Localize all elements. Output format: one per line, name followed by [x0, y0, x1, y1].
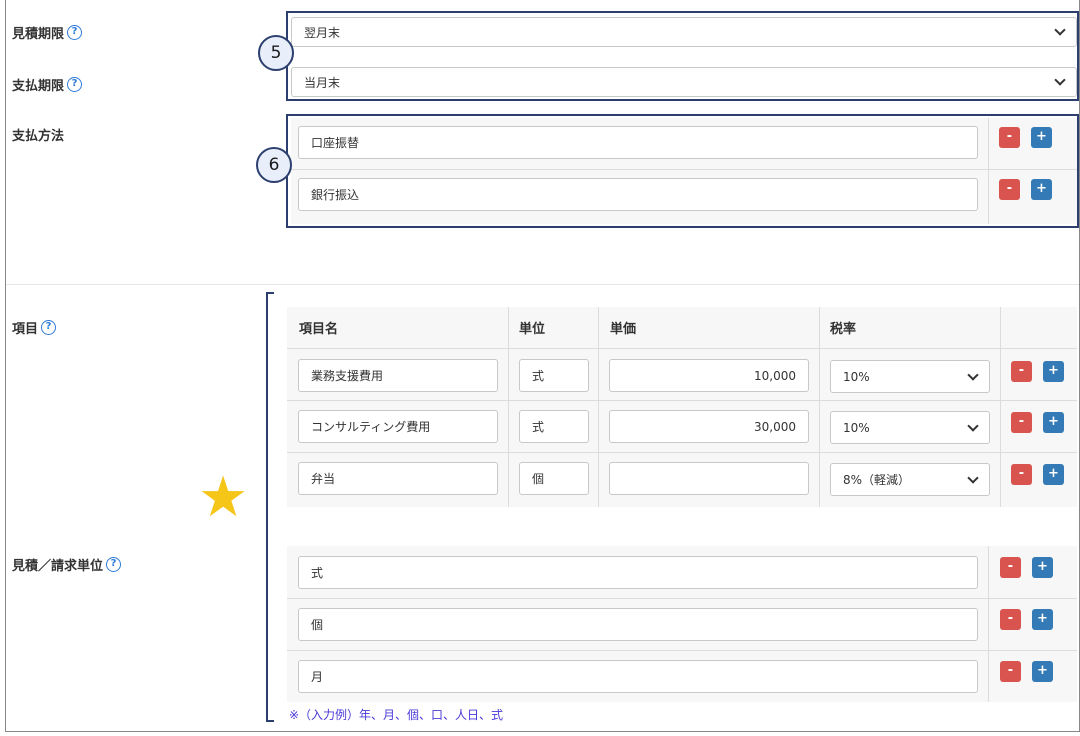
chevron-down-icon	[967, 368, 979, 381]
column-header-name: 項目名	[299, 322, 339, 337]
divider	[508, 307, 509, 507]
estimate-deadline-text: 見積期限	[12, 27, 65, 42]
callout-bracket	[266, 292, 274, 722]
remove-button[interactable]: -	[1000, 609, 1021, 630]
remove-button[interactable]: -	[1000, 557, 1021, 578]
items-text: 項目	[12, 322, 39, 337]
callout-box-5	[286, 11, 1079, 101]
estimate-deadline-label: 見積期限 ?	[12, 23, 83, 42]
units-note: ※（入力例）年、月、個、口、人日、式	[289, 708, 504, 722]
unit-input[interactable]: 式	[298, 556, 978, 589]
chevron-down-icon	[967, 419, 979, 432]
divider	[287, 452, 1077, 453]
remove-button[interactable]: -	[1011, 464, 1032, 485]
payment-deadline-text: 支払期限	[12, 79, 65, 94]
item-price-input[interactable]: 10,000	[609, 359, 809, 392]
payment-method-label: 支払方法	[12, 125, 64, 144]
payment-method-text: 支払方法	[12, 129, 65, 144]
column-header-unit: 単位	[519, 322, 546, 337]
item-tax-select[interactable]: 8%（軽減）	[830, 463, 990, 496]
remove-button[interactable]: -	[1000, 661, 1021, 682]
item-unit-input[interactable]: 式	[519, 410, 589, 443]
item-tax-select[interactable]: 10%	[830, 411, 990, 444]
payment-deadline-label: 支払期限 ?	[12, 75, 83, 94]
add-button[interactable]: +	[1043, 464, 1064, 485]
divider	[819, 307, 820, 507]
help-icon[interactable]: ?	[67, 77, 83, 92]
unit-value: 式	[311, 566, 324, 580]
unit-value: 個	[311, 618, 324, 632]
item-name-value: 弁当	[311, 472, 336, 486]
section-divider	[6, 284, 1079, 285]
column-header-price: 単価	[610, 322, 637, 337]
star-icon: ★	[198, 465, 249, 530]
item-tax-value: 8%（軽減）	[843, 473, 911, 487]
add-button[interactable]: +	[1032, 557, 1053, 578]
divider	[598, 307, 599, 507]
item-tax-value: 10%	[843, 420, 870, 435]
callout-number-6: 6	[256, 147, 292, 183]
add-button[interactable]: +	[1043, 412, 1064, 433]
divider	[287, 650, 1077, 651]
items-label: 項目 ?	[12, 318, 57, 337]
add-button[interactable]: +	[1032, 609, 1053, 630]
unit-input[interactable]: 月	[298, 660, 978, 693]
item-name-input[interactable]: 弁当	[298, 462, 498, 495]
item-price-value: 30,000	[754, 419, 796, 434]
unit-input[interactable]: 個	[298, 608, 978, 641]
item-unit-value: 式	[532, 369, 545, 383]
item-name-value: コンサルティング費用	[311, 420, 431, 434]
item-unit-input[interactable]: 個	[519, 462, 589, 495]
item-price-input[interactable]: 30,000	[609, 410, 809, 443]
item-name-value: 業務支援費用	[311, 369, 384, 383]
item-unit-value: 個	[532, 472, 545, 486]
divider	[287, 348, 1077, 349]
item-name-input[interactable]: 業務支援費用	[298, 359, 498, 392]
callout-box-6	[286, 114, 1079, 228]
chevron-down-icon	[967, 471, 979, 484]
item-unit-input[interactable]: 式	[519, 359, 589, 392]
divider	[287, 400, 1077, 401]
units-label: 見積／請求単位 ?	[12, 555, 122, 574]
item-unit-value: 式	[532, 420, 545, 434]
help-icon[interactable]: ?	[41, 320, 57, 335]
item-tax-select[interactable]: 10%	[830, 360, 990, 393]
remove-button[interactable]: -	[1011, 361, 1032, 382]
item-price-value: 10,000	[754, 368, 796, 383]
help-icon[interactable]: ?	[67, 25, 83, 40]
unit-value: 月	[311, 670, 324, 684]
units-text: 見積／請求単位	[12, 559, 104, 574]
divider	[988, 546, 989, 702]
item-price-input[interactable]	[609, 462, 809, 495]
add-button[interactable]: +	[1043, 361, 1064, 382]
divider	[1000, 307, 1001, 507]
item-tax-value: 10%	[843, 369, 870, 384]
help-icon[interactable]: ?	[106, 557, 122, 572]
divider	[287, 598, 1077, 599]
item-name-input[interactable]: コンサルティング費用	[298, 410, 498, 443]
remove-button[interactable]: -	[1011, 412, 1032, 433]
add-button[interactable]: +	[1032, 661, 1053, 682]
callout-number-5: 5	[258, 35, 294, 71]
column-header-tax: 税率	[830, 322, 857, 337]
